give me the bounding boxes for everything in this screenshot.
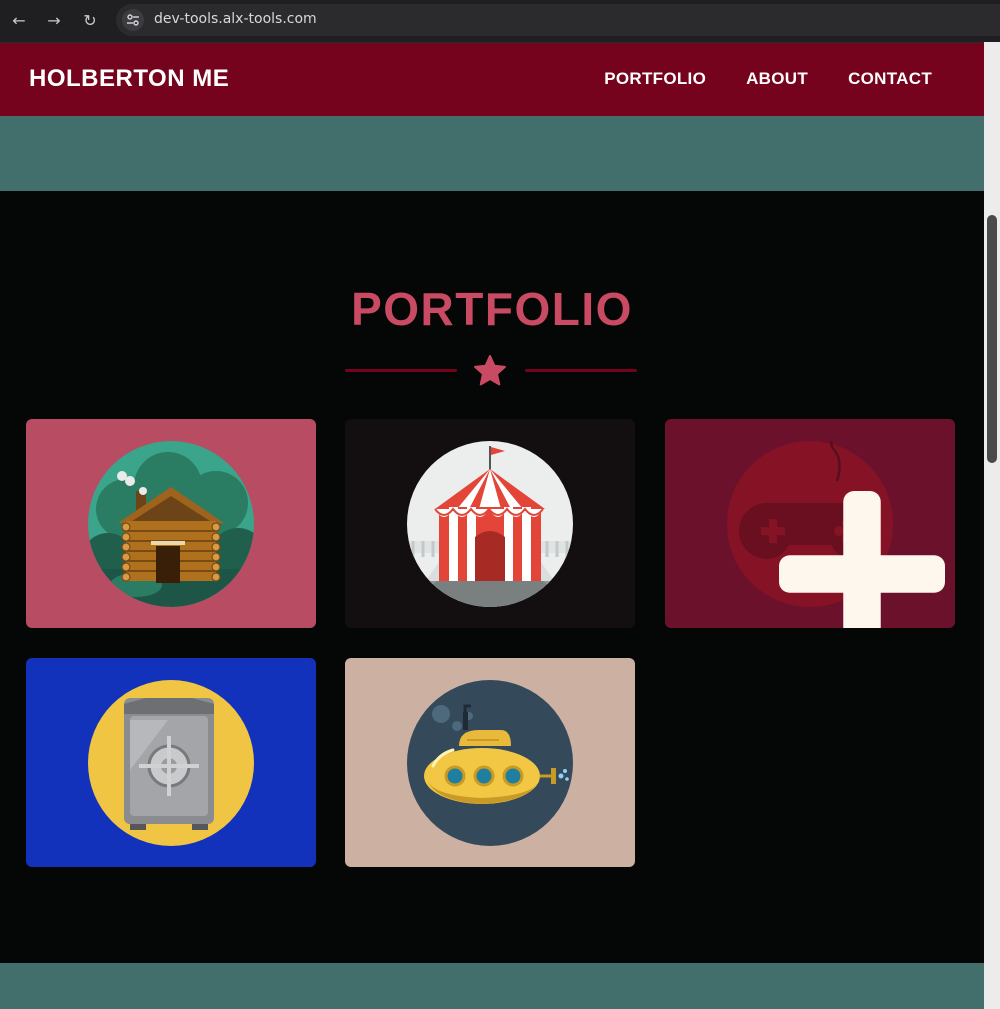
nav-link-about[interactable]: ABOUT	[746, 69, 808, 89]
scrollbar-thumb[interactable]	[987, 215, 997, 463]
address-bar[interactable]: dev-tools.alx-tools.com	[116, 4, 1000, 36]
scrollbar-track[interactable]	[984, 42, 1000, 1009]
nav-link-portfolio[interactable]: PORTFOLIO	[604, 69, 706, 89]
portfolio-item-circus[interactable]	[345, 419, 635, 628]
site-navbar: HOLBERTON ME PORTFOLIO ABOUT CONTACT	[0, 43, 984, 116]
nav-link-contact[interactable]: CONTACT	[848, 69, 932, 89]
reload-icon[interactable]: ↻	[78, 8, 102, 32]
footer-band	[0, 963, 984, 1009]
plus-icon	[779, 491, 945, 628]
portfolio-item-cabin[interactable]	[26, 419, 316, 628]
portfolio-item-game[interactable]	[665, 419, 955, 628]
site-settings-icon[interactable]	[122, 9, 144, 31]
arrow-left-icon[interactable]: ←	[7, 8, 31, 32]
portfolio-item-submarine[interactable]	[345, 658, 635, 867]
cabin-icon	[88, 440, 254, 607]
nav-links: PORTFOLIO ABOUT CONTACT	[604, 69, 932, 89]
url-text[interactable]: dev-tools.alx-tools.com	[154, 11, 317, 27]
portfolio-item-safe[interactable]	[26, 658, 316, 867]
hero-band	[0, 116, 984, 191]
safe-icon	[88, 679, 254, 846]
browser-toolbar: ← → ↻ dev-tools.alx-tools.com	[0, 0, 1000, 43]
circus-tent-icon	[407, 440, 573, 607]
arrow-right-icon[interactable]: →	[42, 8, 66, 32]
brand-logo[interactable]: HOLBERTON ME	[29, 65, 229, 93]
submarine-icon	[407, 679, 573, 846]
portfolio-title: PORTFOLIO	[351, 283, 633, 335]
divider-line-left	[345, 369, 457, 372]
star-icon	[474, 355, 506, 386]
divider-line-right	[525, 369, 637, 372]
